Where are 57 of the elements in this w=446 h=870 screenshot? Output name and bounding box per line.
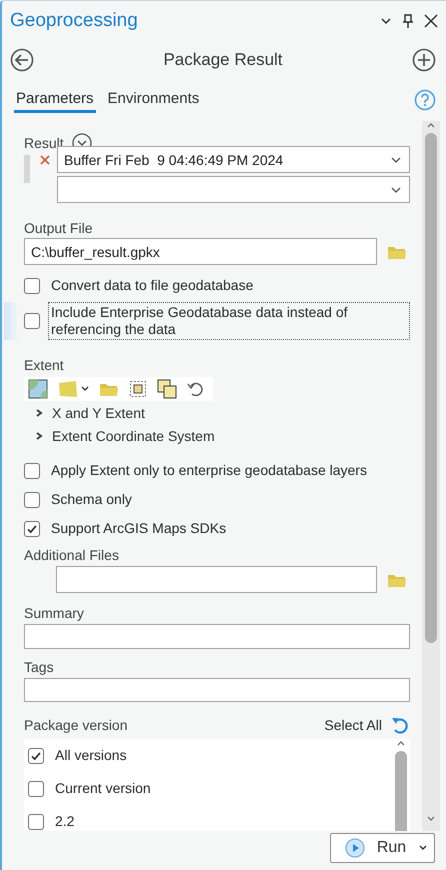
run-button[interactable]: Run <box>330 833 435 863</box>
scroll-up-icon[interactable] <box>426 121 436 129</box>
close-icon[interactable] <box>424 14 438 28</box>
checkbox-label: All versions <box>54 746 128 766</box>
scroll-up-icon[interactable] <box>396 739 406 748</box>
checkbox[interactable] <box>24 492 40 508</box>
undo-icon[interactable] <box>187 380 205 398</box>
section-header[interactable]: X and Y Extent <box>52 405 145 422</box>
checkbox-label: Schema only <box>50 490 133 510</box>
parameter-label: Extent <box>24 356 65 374</box>
checkbox-label: 2.2 <box>54 812 76 831</box>
checkbox-label: Support ArcGIS Maps SDKs <box>50 519 228 538</box>
add-icon[interactable] <box>412 48 436 72</box>
chevron-right-icon[interactable] <box>34 408 44 418</box>
result-dropdown[interactable]: Buffer Fri Feb 9 04:46:49 PM 2024 <box>57 146 410 173</box>
section-header[interactable]: Extent Coordinate System <box>52 428 215 444</box>
parameter-label: Tags <box>24 658 55 676</box>
panel-title: Geoprocessing <box>10 10 139 32</box>
select-extent-icon[interactable] <box>129 380 147 398</box>
checkbox-label: Convert data to file geodatabase <box>50 276 254 295</box>
parameter-label: Summary <box>24 604 85 622</box>
checkbox[interactable] <box>24 520 40 537</box>
checkbox[interactable] <box>24 462 40 479</box>
parameter-label: Output File <box>24 219 94 237</box>
remove-icon[interactable] <box>40 155 50 165</box>
checkbox[interactable] <box>24 278 40 294</box>
scroll-down-icon[interactable] <box>426 815 436 823</box>
parameter-label: Additional Files <box>24 546 120 564</box>
tags-field[interactable] <box>24 678 410 702</box>
checkbox[interactable] <box>28 814 44 830</box>
checkbox-label: Include Enterprise Geodatabase data instead of referencing the data <box>48 302 410 340</box>
play-icon <box>345 838 365 858</box>
help-icon[interactable] <box>414 89 436 111</box>
caret-icon <box>418 844 428 852</box>
caret-icon <box>81 385 89 394</box>
map-icon[interactable] <box>28 379 48 400</box>
scrollbar-thumb[interactable] <box>395 751 407 831</box>
select-all-link[interactable]: Select All <box>324 717 382 734</box>
pin-icon[interactable] <box>402 14 414 28</box>
checkbox-label: Apply Extent only to enterprise geodatabase layers <box>50 461 368 480</box>
parameter-label: Package version <box>24 716 128 734</box>
tool-title: Package Result <box>162 50 284 70</box>
tab[interactable]: Parameters <box>14 88 96 112</box>
scrollbar-thumb[interactable] <box>425 133 437 643</box>
chevron-right-icon[interactable] <box>34 431 44 442</box>
checkbox[interactable] <box>28 748 44 764</box>
tab[interactable]: Environments <box>106 88 202 112</box>
refresh-icon[interactable] <box>390 715 410 736</box>
overlap-squares-icon[interactable] <box>157 379 177 400</box>
row-marker <box>24 155 30 183</box>
checkbox[interactable] <box>24 313 40 329</box>
additional-files-field[interactable] <box>56 566 377 594</box>
output-file-field[interactable]: C:\buffer_result.gpkx <box>24 238 377 265</box>
checkbox-label: Current version <box>54 779 152 798</box>
checkbox[interactable] <box>28 780 44 797</box>
summary-field[interactable] <box>24 624 410 649</box>
result-dropdown[interactable] <box>57 176 410 203</box>
